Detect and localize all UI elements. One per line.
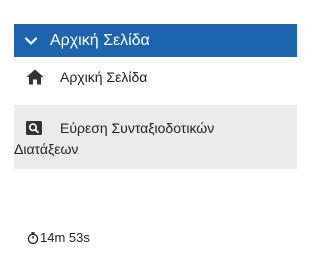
- session-timer: 14m 53s: [27, 230, 90, 245]
- menu-item-label: Αρχική Σελίδα: [60, 69, 148, 85]
- sidebar-menu: Αρχική Σελίδα Αρχική Σελίδα Εύρεση Συντα…: [14, 24, 297, 169]
- divider: [14, 97, 297, 105]
- chevron-down-icon: [24, 34, 38, 48]
- search-icon: [26, 120, 42, 135]
- menu-item-label: Εύρεση Συνταξιοδοτικών: [60, 120, 215, 136]
- stopwatch-icon: [27, 231, 39, 244]
- menu-item-home[interactable]: Αρχική Σελίδα: [14, 57, 297, 97]
- menu-item-search-provisions[interactable]: Εύρεση Συνταξιοδοτικών Διατάξεων: [14, 105, 297, 169]
- timer-text: 14m 53s: [40, 230, 90, 245]
- menu-item-label-continued: Διατάξεων: [14, 141, 79, 157]
- home-icon: [26, 69, 44, 85]
- menu-header[interactable]: Αρχική Σελίδα: [14, 24, 297, 57]
- menu-header-label: Αρχική Σελίδα: [50, 31, 150, 49]
